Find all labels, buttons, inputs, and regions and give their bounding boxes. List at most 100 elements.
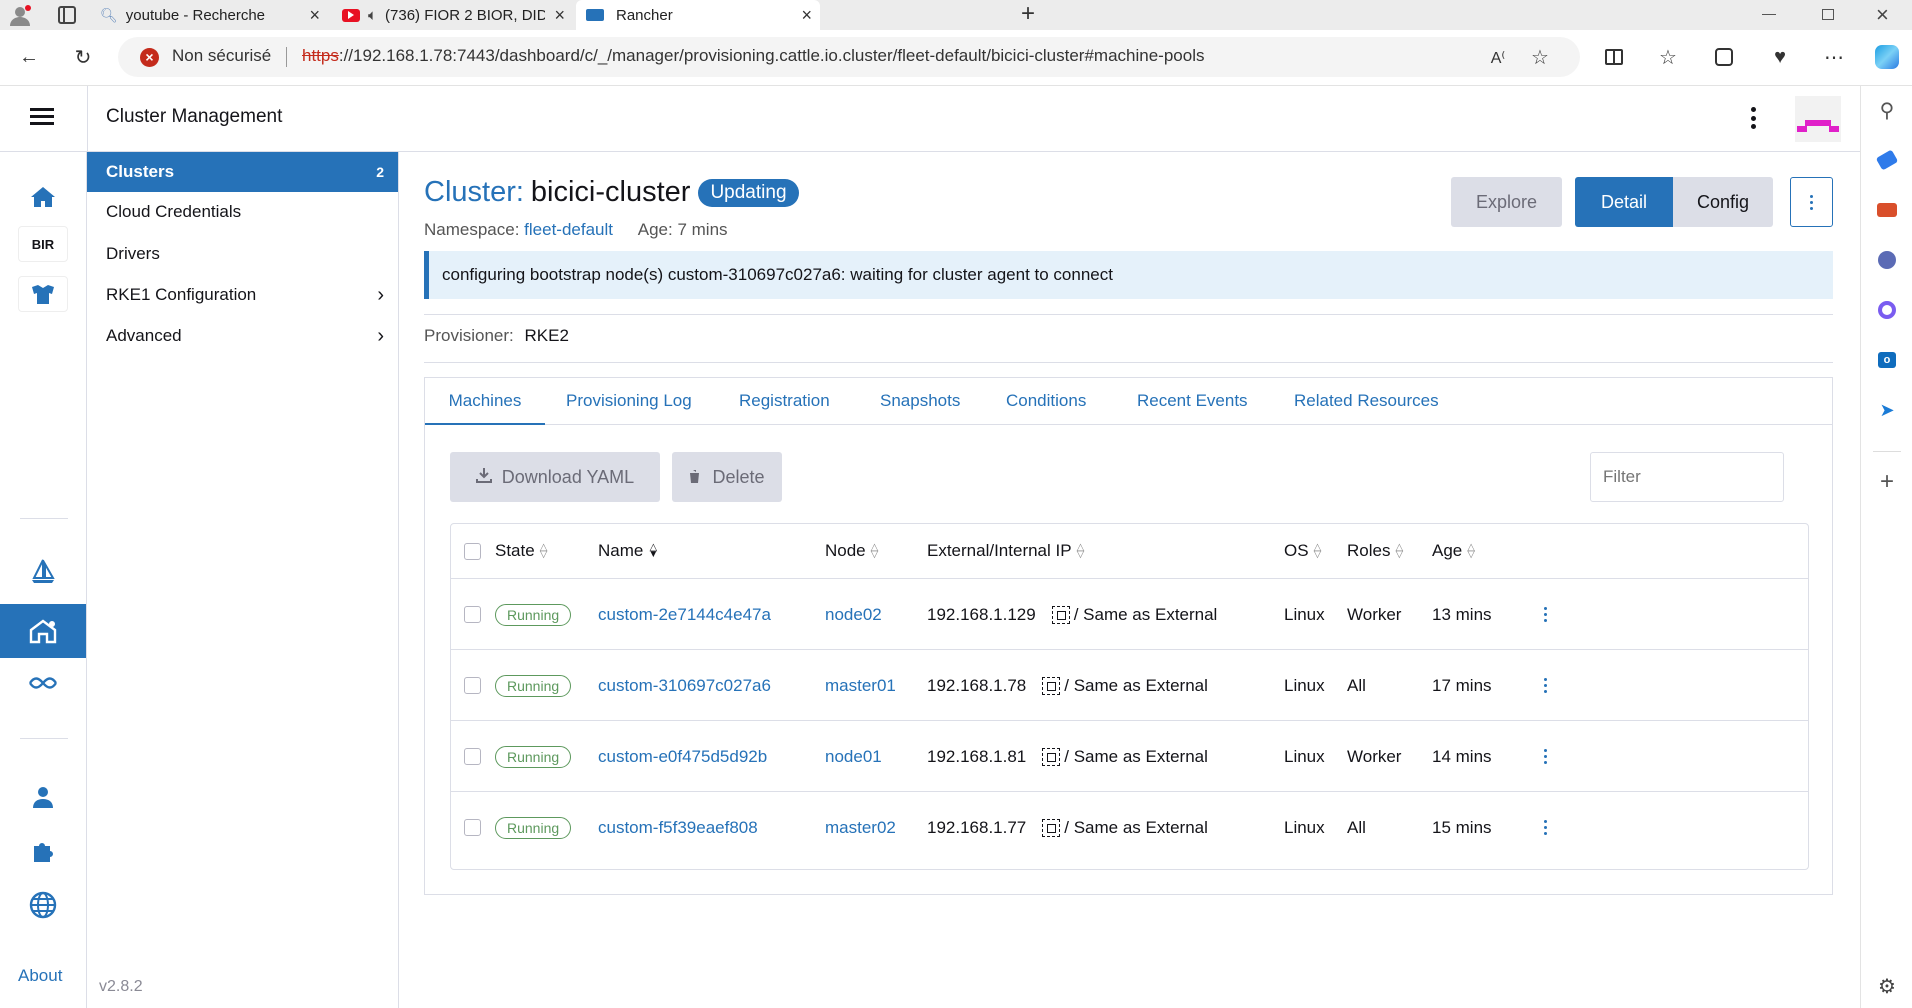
add-icon[interactable]: + xyxy=(1871,466,1903,498)
favorite-star-icon[interactable]: ☆ xyxy=(1528,45,1552,69)
tab-related-resources[interactable]: Related Resources xyxy=(1294,378,1439,424)
row-checkbox[interactable] xyxy=(464,579,481,650)
copy-icon[interactable] xyxy=(1042,747,1061,766)
delete-button[interactable]: Delete xyxy=(672,452,782,502)
close-tab-icon[interactable]: × xyxy=(309,5,320,26)
continuous-delivery-icon[interactable] xyxy=(0,662,86,704)
select-all-checkbox[interactable] xyxy=(464,524,481,578)
nav-item-cloud-credentials[interactable]: Cloud Credentials xyxy=(87,192,398,232)
user-avatar[interactable] xyxy=(1795,96,1841,142)
node-link[interactable]: node01 xyxy=(825,721,882,792)
nav-item-drivers[interactable]: Drivers xyxy=(87,234,398,274)
copy-icon[interactable] xyxy=(1051,605,1070,624)
tab-snapshots[interactable]: Snapshots xyxy=(880,378,960,424)
minimize-button[interactable] xyxy=(1762,14,1776,15)
row-actions-kebab-icon[interactable] xyxy=(1537,650,1553,721)
more-menu-icon[interactable]: ⋯ xyxy=(1820,43,1848,71)
column-header-state[interactable]: State △ ▽ xyxy=(495,524,547,578)
browser-tab-youtube-video[interactable]: 🔈︎ (736) FIOR 2 BIOR, DIDI B - ( × xyxy=(338,0,573,30)
extensions-puzzle-icon[interactable] xyxy=(0,830,86,872)
shopping-tag-icon[interactable] xyxy=(1871,144,1903,176)
column-header-name[interactable]: Name △ ▼ xyxy=(598,524,658,578)
copy-icon[interactable] xyxy=(1042,818,1061,837)
collections-icon[interactable] xyxy=(1710,43,1738,71)
browser-essentials-icon[interactable]: ♥︎ xyxy=(1766,43,1794,71)
games-icon[interactable] xyxy=(1871,244,1903,276)
machine-name-link[interactable]: custom-e0f475d5d92b xyxy=(598,721,767,792)
column-header-roles[interactable]: Roles △ ▽ xyxy=(1347,524,1403,578)
column-header-node[interactable]: Node △ ▽ xyxy=(825,524,878,578)
read-aloud-icon[interactable]: A⁽ xyxy=(1486,46,1510,70)
external-ip: 192.168.1.77 xyxy=(927,817,1027,837)
row-checkbox[interactable] xyxy=(464,650,481,721)
row-actions-kebab-icon[interactable] xyxy=(1537,579,1553,650)
favorites-icon[interactable]: ☆ xyxy=(1654,43,1682,71)
restore-button[interactable] xyxy=(1822,9,1834,20)
download-yaml-button[interactable]: Download YAML xyxy=(450,452,660,502)
ip-cell: 192.168.1.78 / Same as External xyxy=(927,650,1208,721)
node-link[interactable]: node02 xyxy=(825,579,882,650)
column-header-os[interactable]: OS △ ▽ xyxy=(1284,524,1321,578)
cluster-bir-button[interactable]: BIR xyxy=(18,226,68,262)
tab-recent-events[interactable]: Recent Events xyxy=(1137,378,1248,424)
browser-tab-rancher[interactable]: Rancher × xyxy=(576,0,820,30)
security-label[interactable]: Non sécurisé xyxy=(172,46,271,66)
tab-registration[interactable]: Registration xyxy=(739,378,830,424)
speaker-icon[interactable]: 🔈︎ xyxy=(368,7,377,24)
table-header: State △ ▽ Name △ ▼ Node △ ▽ External/Internal … xyxy=(451,524,1808,578)
machine-name-link[interactable]: custom-f5f39eaef808 xyxy=(598,792,758,863)
row-actions-kebab-icon[interactable] xyxy=(1537,721,1553,792)
global-settings-icon[interactable] xyxy=(0,884,86,926)
url-bar[interactable]: × Non sécurisé https://192.168.1.78:7443… xyxy=(118,37,1580,77)
detail-button[interactable]: Detail xyxy=(1575,177,1673,227)
tab-actions-icon[interactable] xyxy=(58,6,76,24)
new-tab-button[interactable]: + xyxy=(1016,0,1040,30)
node-link[interactable]: master01 xyxy=(825,650,896,721)
tab-machines[interactable]: Machines xyxy=(425,378,545,425)
config-button[interactable]: Config xyxy=(1673,177,1773,227)
browser-tab-youtube-search[interactable]: 🔍︎ youtube - Recherche × xyxy=(100,0,328,30)
cluster-management-icon[interactable] xyxy=(0,604,86,658)
cluster-actions-kebab-button[interactable] xyxy=(1790,177,1833,227)
filter-input[interactable] xyxy=(1590,452,1784,502)
machine-name-link[interactable]: custom-310697c027a6 xyxy=(598,650,771,721)
close-window-button[interactable]: × xyxy=(1876,2,1889,28)
column-header-age[interactable]: Age △ ▽ xyxy=(1432,524,1475,578)
explore-button[interactable]: Explore xyxy=(1451,177,1562,227)
tab-conditions[interactable]: Conditions xyxy=(1006,378,1086,424)
tab-provisioning-log[interactable]: Provisioning Log xyxy=(566,378,692,424)
close-tab-icon[interactable]: × xyxy=(554,5,565,26)
home-icon[interactable] xyxy=(0,176,86,218)
sailboat-icon[interactable] xyxy=(0,550,86,592)
office-icon[interactable] xyxy=(1871,294,1903,326)
copy-icon[interactable] xyxy=(1042,676,1061,695)
settings-gear-icon[interactable]: ⚙︎ xyxy=(1871,970,1903,1002)
machine-name-link[interactable]: custom-2e7144c4e47a xyxy=(598,579,771,650)
outlook-icon[interactable]: o xyxy=(1871,344,1903,376)
insecure-icon[interactable]: × xyxy=(140,48,159,67)
row-checkbox[interactable] xyxy=(464,792,481,863)
back-button[interactable]: ← xyxy=(14,42,44,72)
nav-item-clusters[interactable]: Clusters 2 xyxy=(87,152,398,192)
users-icon[interactable] xyxy=(0,776,86,818)
row-checkbox[interactable] xyxy=(464,721,481,792)
node-link[interactable]: master02 xyxy=(825,792,896,863)
cluster-local-button[interactable] xyxy=(18,276,68,312)
copilot-icon[interactable] xyxy=(1872,42,1902,72)
send-icon[interactable]: ➤ xyxy=(1871,394,1903,426)
namespace-link[interactable]: fleet-default xyxy=(524,220,613,239)
reload-button[interactable]: ↻ xyxy=(68,42,98,72)
header-kebab-menu-icon[interactable] xyxy=(1745,104,1761,132)
close-tab-icon[interactable]: × xyxy=(801,5,812,26)
url-text[interactable]: https://192.168.1.78:7443/dashboard/c/_/… xyxy=(302,46,1204,66)
hamburger-menu-icon[interactable] xyxy=(30,108,54,126)
column-header-ip[interactable]: External/Internal IP △ ▽ xyxy=(927,524,1084,578)
nav-item-rke1-configuration[interactable]: RKE1 Configuration › xyxy=(87,275,398,315)
profile-avatar-icon[interactable] xyxy=(8,4,32,26)
split-screen-icon[interactable] xyxy=(1600,43,1628,71)
nav-item-advanced[interactable]: Advanced › xyxy=(87,316,398,356)
search-icon[interactable]: ⚲ xyxy=(1871,94,1903,126)
tools-briefcase-icon[interactable] xyxy=(1871,194,1903,226)
about-link[interactable]: About xyxy=(18,966,62,986)
row-actions-kebab-icon[interactable] xyxy=(1537,792,1553,863)
